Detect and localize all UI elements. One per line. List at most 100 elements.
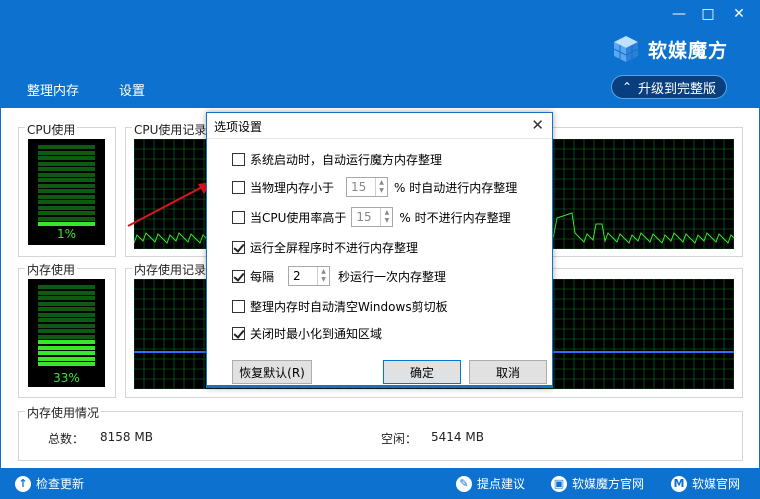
close-button[interactable]: ✕ bbox=[728, 4, 750, 24]
arrow-up-icon: ↑ bbox=[15, 475, 31, 492]
memory-meter-segment bbox=[38, 318, 95, 322]
memory-meter-segment bbox=[38, 296, 95, 300]
cpu-meter-segment bbox=[38, 161, 95, 166]
clear-clipboard-label: 整理内存时自动清空Windows剪切板 bbox=[250, 300, 448, 314]
low-memory-stepper[interactable]: 15 ▲ ▼ bbox=[346, 177, 389, 197]
ok-button[interactable]: 确定 bbox=[383, 360, 461, 384]
interval-prefix: 每隔 bbox=[250, 269, 275, 284]
memory-meter-segment bbox=[38, 301, 95, 306]
arrow-up-small-icon[interactable]: ▲ bbox=[321, 268, 326, 276]
cube-icon bbox=[613, 36, 639, 62]
stepper-arrows[interactable]: ▲ ▼ bbox=[380, 208, 392, 226]
high-cpu-value[interactable]: 15 bbox=[352, 210, 380, 224]
cpu-meter-segment bbox=[38, 145, 95, 149]
clear-clipboard-checkbox[interactable] bbox=[232, 300, 245, 313]
high-cpu-suffix: % 时不进行内存整理 bbox=[399, 210, 511, 225]
cube-small-icon: ▣ bbox=[551, 475, 567, 492]
option-low-memory[interactable]: 当物理内存小于 15 ▲ ▼ % 时自动进行内存整理 bbox=[232, 177, 517, 197]
memory-meter-segment bbox=[38, 312, 95, 317]
minimize-tray-checkbox[interactable] bbox=[232, 327, 245, 340]
dialog-bottom-bar bbox=[207, 385, 552, 387]
cpu-meter-segment bbox=[38, 150, 95, 155]
title-bar: — □ ✕ 软媒魔方 ⌃ 升级到完整版 整理内存 设置 bbox=[0, 0, 760, 108]
memory-meter-segment bbox=[38, 290, 95, 295]
arrow-down-small-icon[interactable]: ▼ bbox=[385, 217, 390, 225]
dialog-close-button[interactable]: ✕ bbox=[531, 116, 544, 134]
memory-meter-segment bbox=[38, 307, 95, 311]
interval-suffix: 秒运行一次内存整理 bbox=[338, 269, 447, 284]
cpu-meter-segment bbox=[38, 183, 95, 188]
option-minimize-tray[interactable]: 关闭时最小化到通知区域 bbox=[232, 325, 382, 342]
high-cpu-checkbox[interactable] bbox=[232, 210, 245, 224]
cpu-meter-segment bbox=[38, 205, 95, 210]
cpu-history-title: CPU使用记录 bbox=[132, 121, 209, 138]
autostart-checkbox[interactable] bbox=[232, 153, 245, 166]
cpu-meter-segment bbox=[38, 189, 95, 193]
double-chevron-up-icon: ⌃ bbox=[621, 80, 633, 94]
fullscreen-checkbox[interactable] bbox=[232, 241, 245, 254]
cpu-meter-segment bbox=[38, 222, 95, 226]
upgrade-label: 升级到完整版 bbox=[638, 81, 717, 97]
interval-checkbox[interactable] bbox=[232, 269, 245, 283]
arrow-down-small-icon[interactable]: ▼ bbox=[379, 187, 384, 195]
option-fullscreen[interactable]: 运行全屏程序时不进行内存整理 bbox=[232, 239, 418, 256]
memory-group-title: 内存使用 bbox=[25, 261, 78, 278]
option-interval[interactable]: 每隔 2 ▲ ▼ 秒运行一次内存整理 bbox=[232, 266, 446, 286]
cpu-meter-segment bbox=[38, 172, 95, 177]
official-site-label: 软媒魔方官网 bbox=[572, 477, 645, 491]
status-bar: ↑ 检查更新 ✎ 提点建议 ▣ 软媒魔方官网 M 软媒官网 bbox=[0, 468, 760, 499]
memory-meter-segment bbox=[38, 329, 95, 333]
memory-history-title: 内存使用记录 bbox=[132, 261, 209, 278]
ruanmei-site-link[interactable]: M 软媒官网 bbox=[671, 475, 740, 492]
minimize-tray-label: 关闭时最小化到通知区域 bbox=[250, 327, 383, 341]
interval-value[interactable]: 2 bbox=[289, 269, 317, 283]
cancel-button[interactable]: 取消 bbox=[469, 360, 547, 384]
memory-meter-segment bbox=[38, 351, 95, 355]
stepper-arrows[interactable]: ▲ ▼ bbox=[375, 178, 387, 196]
minimize-button[interactable]: — bbox=[668, 4, 690, 24]
restore-button[interactable]: □ bbox=[697, 4, 719, 24]
memory-meter-segment bbox=[38, 334, 95, 339]
option-autostart[interactable]: 系统启动时，自动运行魔方内存整理 bbox=[232, 151, 442, 168]
stepper-arrows[interactable]: ▲ ▼ bbox=[317, 267, 329, 285]
suggestion-label: 提点建议 bbox=[477, 477, 526, 491]
brand-logo: 软媒魔方 bbox=[611, 34, 728, 64]
arrow-up-small-icon[interactable]: ▲ bbox=[379, 179, 384, 187]
cpu-meter: 1% bbox=[28, 139, 105, 245]
free-value: 5414 MB bbox=[431, 430, 484, 444]
option-high-cpu[interactable]: 当CPU使用率高于 15 ▲ ▼ % 时不进行内存整理 bbox=[232, 207, 511, 227]
suggestion-link[interactable]: ✎ 提点建议 bbox=[456, 475, 525, 492]
interval-stepper[interactable]: 2 ▲ ▼ bbox=[288, 266, 331, 286]
tab-memory-optimize[interactable]: 整理内存 bbox=[27, 80, 79, 104]
cpu-meter-segment bbox=[38, 194, 95, 199]
cpu-meter-segment bbox=[38, 156, 95, 160]
check-update-link[interactable]: ↑ 检查更新 bbox=[15, 475, 84, 492]
restore-default-button[interactable]: 恢复默认(R) bbox=[232, 360, 312, 384]
memory-meter-segment bbox=[38, 362, 95, 366]
total-value: 8158 MB bbox=[100, 430, 153, 444]
option-clear-clipboard[interactable]: 整理内存时自动清空Windows剪切板 bbox=[232, 298, 448, 315]
memory-meter-segment bbox=[38, 345, 95, 350]
memory-meter: 33% bbox=[28, 279, 105, 387]
free-label: 空闲： bbox=[381, 432, 418, 446]
upgrade-button[interactable]: ⌃ 升级到完整版 bbox=[611, 75, 727, 99]
cpu-meter-segment bbox=[38, 200, 95, 204]
ruanmei-logo-icon: M bbox=[671, 475, 687, 492]
official-site-link[interactable]: ▣ 软媒魔方官网 bbox=[551, 475, 644, 492]
arrow-up-small-icon[interactable]: ▲ bbox=[385, 209, 390, 217]
comment-icon: ✎ bbox=[456, 475, 472, 492]
memory-meter-segment bbox=[38, 356, 95, 361]
low-memory-value[interactable]: 15 bbox=[347, 180, 375, 194]
memory-meter-segment bbox=[38, 323, 95, 328]
cpu-meter-segment bbox=[38, 167, 95, 171]
arrow-down-small-icon[interactable]: ▼ bbox=[321, 276, 326, 284]
cpu-percent: 1% bbox=[56, 227, 77, 241]
fullscreen-label: 运行全屏程序时不进行内存整理 bbox=[250, 241, 419, 255]
high-cpu-stepper[interactable]: 15 ▲ ▼ bbox=[351, 207, 394, 227]
cpu-meter-segment bbox=[38, 178, 95, 182]
cpu-meter-segment bbox=[38, 216, 95, 221]
brand-name: 软媒魔方 bbox=[648, 39, 729, 62]
high-cpu-prefix: 当CPU使用率高于 bbox=[250, 210, 347, 225]
low-memory-checkbox[interactable] bbox=[232, 180, 245, 194]
tab-settings[interactable]: 设置 bbox=[119, 80, 145, 104]
